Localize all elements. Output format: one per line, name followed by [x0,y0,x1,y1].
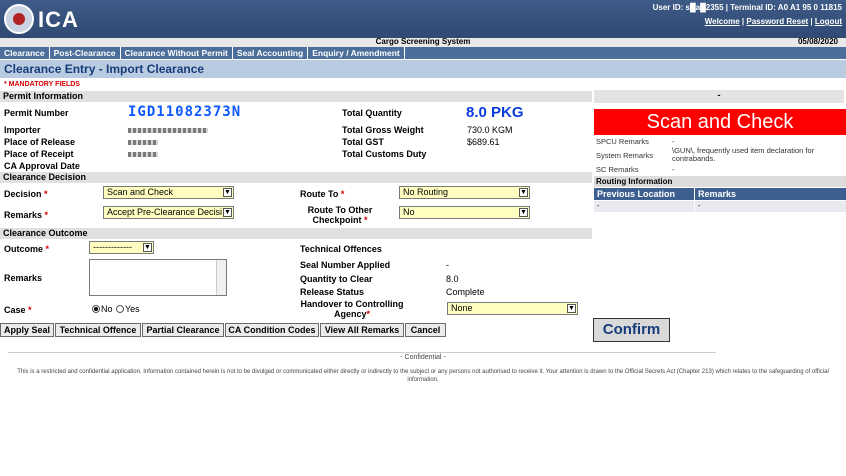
permit-section-title: Permit Information [0,91,592,102]
ca-condition-codes-button[interactable]: CA Condition Codes [225,323,319,337]
partial-clearance-button[interactable]: Partial Clearance [142,323,224,337]
place-release-label: Place of Release [4,137,76,147]
case-label: Case * [4,305,32,315]
outcome-remarks-label: Remarks [4,273,43,283]
nav-seal-accounting[interactable]: Seal Accounting [233,47,309,59]
case-yes-radio[interactable] [116,305,124,313]
scan-and-check-banner: Scan and Check [594,109,846,135]
outcome-label: Outcome * [4,244,50,254]
decision-select[interactable]: Scan and Check ▼ [103,186,234,199]
place-receipt-redacted [128,152,158,157]
release-status-value: Complete [446,287,485,297]
confirm-button[interactable]: Confirm [593,318,670,342]
mandatory-note: * MANDATORY FIELDS [4,81,80,88]
seal-label: Seal Number Applied [300,260,391,270]
footer-divider [8,352,716,353]
user-terminal-info: User ID: s█a█2355 | Terminal ID: A0 A1 9… [652,3,842,12]
system-remarks-label: System Remarks [596,151,654,160]
ica-logo-icon [4,4,34,34]
sc-remarks-value: - [672,165,675,174]
qty-clear-value: 8.0 [446,274,459,284]
customs-duty-label: Total Customs Duty [342,149,427,159]
outcome-section-title: Clearance Outcome [0,228,592,239]
page-title: Clearance Entry - Import Clearance [4,62,205,76]
nav-clearance[interactable]: Clearance [0,47,50,59]
outcome-select[interactable]: ------------- ▼ [89,241,154,254]
handover-select[interactable]: None ▼ [447,302,578,315]
spcu-remarks-label: SPCU Remarks [596,137,649,146]
system-title: Cargo Screening System [375,37,471,46]
outcome-remarks-input[interactable] [89,259,227,296]
permit-number: IGD11082373N [128,104,242,120]
importer-redacted [128,128,208,133]
permit-number-label: Permit Number [4,108,69,118]
route-other-label: Route To Other Checkpoint * [307,205,373,225]
ca-approval-label: CA Approval Date [4,161,80,171]
decision-remarks-select[interactable]: Accept Pre-Clearance Decisi ▼ [103,206,234,219]
sc-remarks-label: SC Remarks [596,165,639,174]
page-title-bar: Clearance Entry - Import Clearance [0,60,846,78]
decision-remarks-label: Remarks * [4,210,49,220]
importer-label: Importer [4,125,41,135]
spcu-remarks-value: - [672,137,675,146]
gross-weight-label: Total Gross Weight [342,125,424,135]
legal-notice: This is a restricted and confidential ap… [17,369,829,383]
action-button-row: Apply Seal Technical Offence Partial Cle… [0,323,592,337]
place-receipt-label: Place of Receipt [4,149,74,159]
qty-clear-label: Quantity to Clear [300,274,373,284]
gross-weight-value: 730.0 KGM [467,125,513,135]
routing-col-previous-location: Previous Location [594,188,694,200]
routing-cell-remarks: - [695,201,846,212]
system-remarks-value: \GUN\, frequently used item declaration … [672,146,815,163]
app-name: ICA [38,7,79,32]
chevron-down-icon: ▼ [519,208,528,217]
case-yes-label: Yes [125,304,140,314]
system-date: 05/08/2020 [797,37,838,46]
route-to-select[interactable]: No Routing ▼ [399,186,530,199]
welcome-link[interactable]: Welcome [705,17,740,26]
top-header: ICA User ID: s█a█2355 | Terminal ID: A0 … [0,0,846,38]
gst-label: Total GST [342,137,384,147]
total-qty-label: Total Quantity [342,108,402,118]
cancel-button[interactable]: Cancel [405,323,446,337]
nav-clearance-without-permit[interactable]: Clearance Without Permit [121,47,233,59]
remarks-scrollbar[interactable] [216,260,226,295]
main-nav: Clearance Post-Clearance Clearance Witho… [0,47,846,59]
chevron-down-icon: ▼ [519,188,528,197]
routing-col-remarks: Remarks [695,188,846,200]
total-qty-value: 8.0 PKG [466,104,524,121]
routing-info-title: Routing Information [594,176,846,187]
view-all-remarks-button[interactable]: View All Remarks [320,323,404,337]
chevron-down-icon: ▼ [223,188,232,197]
gst-value: $689.61 [467,137,500,147]
tech-offences-label: Technical Offences [300,244,382,254]
password-reset-link[interactable]: Password Reset [746,17,808,26]
decision-label: Decision * [4,189,48,199]
place-release-redacted [128,140,158,145]
nav-enquiry-amendment[interactable]: Enquiry / Amendment [308,47,405,59]
routing-cell-location: - [594,201,694,212]
decision-section-title: Clearance Decision [0,172,592,183]
technical-offence-button[interactable]: Technical Offence [55,323,141,337]
apply-seal-button[interactable]: Apply Seal [0,323,54,337]
user-links: Welcome | Password Reset | Logout [704,17,842,26]
chevron-down-icon: ▼ [223,208,232,217]
right-panel-header: - [594,90,844,103]
nav-post-clearance[interactable]: Post-Clearance [50,47,121,59]
case-no-label: No [101,304,113,314]
logout-link[interactable]: Logout [815,17,842,26]
confidential-label: - Confidential - [400,354,446,361]
handover-label: Handover to Controlling Agency* [300,299,404,319]
route-to-label: Route To * [300,189,345,199]
chevron-down-icon: ▼ [143,243,152,252]
seal-value: - [446,260,449,270]
case-no-radio[interactable] [92,305,100,313]
chevron-down-icon: ▼ [567,304,576,313]
route-other-select[interactable]: No ▼ [399,206,530,219]
release-status-label: Release Status [300,287,365,297]
